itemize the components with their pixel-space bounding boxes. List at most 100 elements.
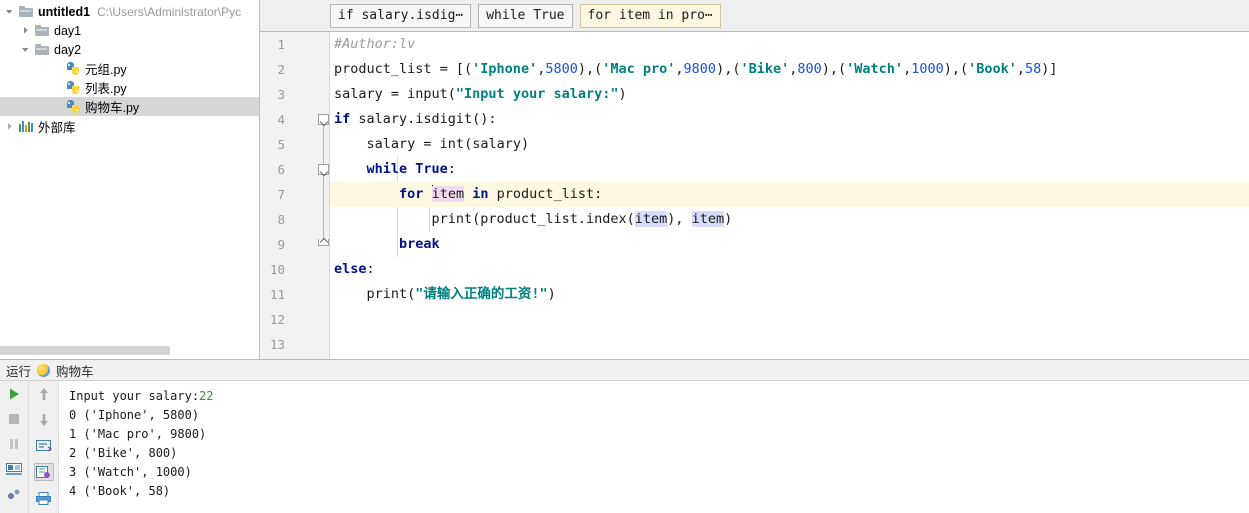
chevron-right-icon[interactable] — [18, 26, 33, 35]
code-token: ) — [724, 211, 733, 227]
code-token: product_list = [( — [334, 61, 473, 77]
fold-column[interactable] — [318, 32, 330, 359]
code-lines[interactable]: #Author:lv product_list = [('Iphone', 580… — [330, 32, 1249, 359]
code-line-2[interactable]: product_list = [('Iphone',5800),('Mac pr… — [330, 57, 1249, 82]
code-token: ),( — [943, 61, 969, 77]
code-token-keyword: break — [399, 236, 440, 252]
tree-row-day2[interactable]: day2 — [0, 40, 259, 59]
tree-row-yuanzu-py[interactable]: 元组.py — [0, 59, 259, 78]
code-token: , — [675, 61, 684, 77]
print-icon[interactable] — [34, 489, 54, 507]
code-line-12[interactable] — [330, 307, 1249, 332]
tree-row-untitled1[interactable]: untitled1 C:\Users\Administrator\Pyc — [0, 2, 259, 21]
tree-label: day2 — [54, 42, 82, 57]
run-toolbar-left[interactable] — [0, 381, 29, 513]
code-line-13[interactable] — [330, 332, 1249, 357]
code-line-3[interactable]: salary = input("Input your salary:") — [330, 82, 1249, 107]
line-number-gutter[interactable]: 1 2 3 4 5 6 7 8 9 10 11 12 13 — [260, 32, 330, 359]
code-token: ), — [667, 211, 692, 227]
fold-marker-while[interactable] — [318, 164, 329, 175]
tree-label: 购物车.py — [85, 101, 140, 115]
breadcrumb-item-if[interactable]: if salary.isdig⋯ — [330, 3, 472, 28]
arrow-down-icon[interactable] — [34, 411, 54, 429]
scrollbar-thumb[interactable] — [0, 346, 170, 355]
code-token-variable-item: item — [431, 186, 465, 202]
python-file-icon — [64, 62, 82, 75]
arrow-up-icon[interactable] — [34, 385, 54, 403]
toggle-tasks-icon[interactable] — [4, 460, 24, 478]
fold-guide-line — [323, 120, 324, 245]
project-tree[interactable]: untitled1 C:\Users\Administrator\Pyc day… — [0, 0, 259, 136]
line-number: 7 — [277, 187, 285, 202]
fold-marker-if[interactable] — [318, 114, 329, 125]
breadcrumb-item-while[interactable]: while True — [478, 3, 573, 28]
breadcrumb-item-for[interactable]: for item in pro⋯ — [579, 3, 721, 28]
pause-icon[interactable] — [4, 435, 24, 453]
line-number: 13 — [269, 337, 285, 352]
folder-icon — [17, 6, 35, 17]
code-token: product_list: — [488, 186, 603, 202]
code-token-keyword: if — [334, 111, 351, 127]
console-line: Input your salary:22 — [69, 387, 1249, 406]
line-number: 6 — [277, 162, 285, 177]
code-token: (salary) — [464, 136, 530, 152]
code-editor[interactable]: if salary.isdig⋯ while True for item in … — [260, 0, 1249, 359]
code-line-5[interactable]: salary = int(salary) — [330, 132, 1249, 157]
code-line-4[interactable]: if salary.isdigit(): — [330, 107, 1249, 132]
code-line-1[interactable]: #Author:lv — [330, 32, 1249, 57]
code-token-string: 'Watch' — [846, 61, 904, 77]
rerun-icon[interactable] — [4, 385, 24, 403]
tree-row-liebiao-py[interactable]: 列表.py — [0, 78, 259, 97]
code-token: ) — [618, 86, 627, 102]
chevron-right-icon[interactable] — [2, 122, 17, 131]
console-output[interactable]: Input your salary:22 0 ('Iphone', 5800) 1 … — [59, 381, 1249, 513]
tree-row-gouwuche-py[interactable]: 购物车.py — [0, 97, 259, 116]
code-token: salary.isdigit(): — [350, 111, 497, 127]
chevron-down-icon[interactable] — [2, 7, 17, 16]
top-area: untitled1 C:\Users\Administrator\Pyc day… — [0, 0, 1249, 359]
soft-wrap-icon[interactable] — [34, 437, 54, 455]
run-configuration-icon — [37, 363, 51, 377]
code-area[interactable]: 1 2 3 4 5 6 7 8 9 10 11 12 13 #Author:lv… — [260, 32, 1249, 359]
python-file-icon — [64, 100, 82, 113]
run-tab-label[interactable]: 购物车 — [56, 361, 94, 380]
code-line-7[interactable]: for item in product_list: — [330, 182, 1249, 207]
code-token-string: 'Iphone' — [472, 61, 538, 77]
tree-row-external-libraries[interactable]: 外部库 — [0, 117, 259, 136]
line-number: 5 — [277, 137, 285, 152]
tree-label: 列表.py — [85, 82, 127, 96]
code-line-9[interactable]: break — [330, 232, 1249, 257]
console-line: 1 ('Mac pro', 9800) — [69, 427, 207, 441]
code-token-keyword: while True — [366, 161, 448, 177]
line-number: 3 — [277, 87, 285, 102]
code-token-number: 9800 — [683, 61, 717, 77]
fold-marker-end[interactable] — [318, 239, 329, 246]
tree-row-day1[interactable]: day1 — [0, 21, 259, 40]
console-text: Input your salary: — [69, 389, 200, 403]
sidebar-horizontal-scrollbar[interactable] — [0, 346, 259, 355]
code-token: ),( — [577, 61, 603, 77]
code-line-8[interactable]: print(product_list.index(item), item) — [330, 207, 1249, 232]
chevron-down-icon[interactable] — [18, 45, 33, 54]
code-line-6[interactable]: while True: — [330, 157, 1249, 182]
run-toolbar-second[interactable] — [29, 381, 59, 513]
line-number: 9 — [277, 237, 285, 252]
code-line-11[interactable]: print("请输入正确的工资!") — [330, 282, 1249, 307]
code-token-string: 'Mac pro' — [602, 61, 676, 77]
code-line-10[interactable]: else: — [330, 257, 1249, 282]
settings-icon[interactable] — [4, 485, 24, 503]
code-token-string: "Input your salary:" — [455, 86, 619, 102]
tree-label: 外部库 — [38, 121, 76, 135]
code-token: ),( — [821, 61, 847, 77]
code-token: ),( — [716, 61, 741, 77]
scroll-to-end-icon[interactable] — [33, 463, 54, 481]
line-number: 10 — [269, 262, 285, 277]
pycharm-window: untitled1 C:\Users\Administrator\Pyc day… — [0, 0, 1249, 513]
stop-icon[interactable] — [4, 410, 24, 428]
line-number: 11 — [269, 287, 285, 302]
project-sidebar[interactable]: untitled1 C:\Users\Administrator\Pyc day… — [0, 0, 260, 359]
tree-label: day1 — [54, 23, 82, 38]
breadcrumb: if salary.isdig⋯ while True for item in … — [260, 0, 1249, 32]
